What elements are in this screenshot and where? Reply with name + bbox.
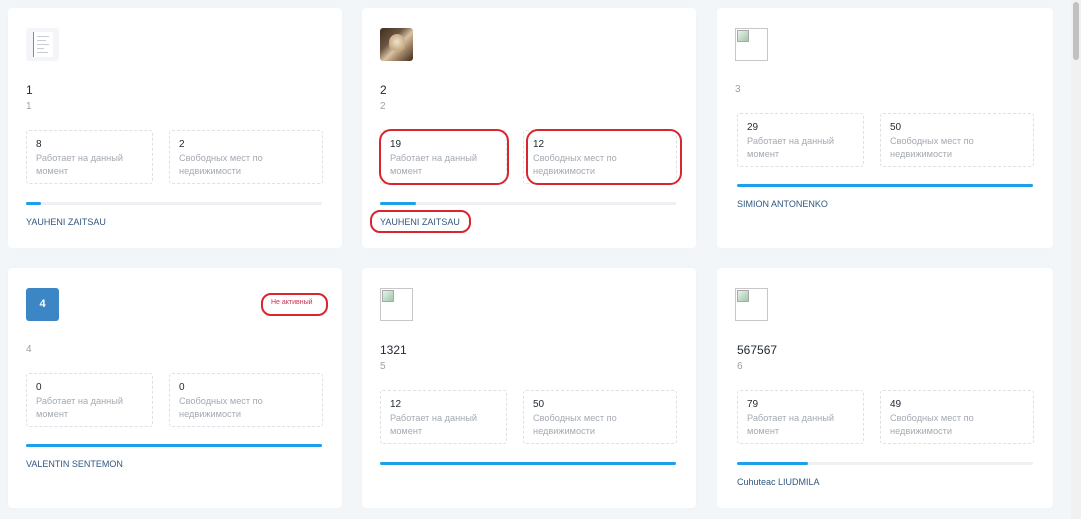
free-places-stat: 50 Свободных мест по недвижимости bbox=[880, 113, 1034, 167]
progress-fill bbox=[26, 444, 322, 447]
progress-bar bbox=[26, 444, 322, 447]
free-places-label: Свободных мест по недвижимости bbox=[179, 153, 263, 176]
working-now-value: 29 bbox=[747, 122, 759, 133]
owner-link[interactable]: VALENTIN SENTEMON bbox=[26, 459, 123, 469]
initial-avatar: 4 bbox=[26, 288, 59, 321]
working-now-value: 8 bbox=[36, 139, 42, 150]
working-now-value: 12 bbox=[390, 399, 402, 410]
progress-bar bbox=[380, 462, 676, 465]
working-now-stat: 29 Работает на данный момент bbox=[737, 113, 864, 167]
working-now-stat: 79 Работает на данный момент bbox=[737, 390, 864, 444]
project-card[interactable]: 1321 5 12 Работает на данный момент 50 С… bbox=[362, 268, 696, 508]
free-places-value: 50 bbox=[890, 122, 902, 133]
project-card[interactable]: 1 1 8 Работает на данный момент 2 Свобод… bbox=[8, 8, 342, 248]
card-subtitle: 2 bbox=[380, 101, 386, 112]
card-subtitle: 3 bbox=[735, 84, 741, 95]
photo-thumbnail-icon bbox=[380, 28, 413, 61]
card-title: 1 bbox=[26, 83, 33, 97]
free-places-label: Свободных мест по недвижимости bbox=[179, 396, 263, 419]
owner-link[interactable]: YAUHENI ZAITSAU bbox=[26, 217, 106, 227]
card-subtitle: 1 bbox=[26, 101, 32, 112]
broken-image-icon bbox=[735, 288, 768, 321]
project-card[interactable]: 567567 6 79 Работает на данный момент 49… bbox=[717, 268, 1053, 508]
progress-bar bbox=[380, 202, 676, 205]
free-places-label: Свободных мест по недвижимости bbox=[890, 136, 974, 159]
free-places-stat: 49 Свободных мест по недвижимости bbox=[880, 390, 1034, 444]
progress-fill bbox=[26, 202, 41, 205]
working-now-label: Работает на данный момент bbox=[747, 136, 834, 159]
free-places-value: 49 bbox=[890, 399, 902, 410]
free-places-stat: 50 Свободных мест по недвижимости bbox=[523, 390, 677, 444]
free-places-stat: 2 Свободных мест по недвижимости bbox=[169, 130, 323, 184]
progress-fill bbox=[737, 462, 809, 465]
working-now-label: Работает на данный момент bbox=[390, 413, 477, 436]
progress-bar bbox=[737, 184, 1033, 187]
free-places-value: 50 bbox=[533, 399, 545, 410]
free-places-value: 12 bbox=[533, 139, 545, 150]
card-title: 1321 bbox=[380, 343, 407, 357]
free-places-stat: 0 Свободных мест по недвижимости bbox=[169, 373, 323, 427]
project-card[interactable]: 3 29 Работает на данный момент 50 Свобод… bbox=[717, 8, 1053, 248]
owner-link[interactable]: SIMION ANTONENKO bbox=[737, 199, 828, 209]
free-places-value: 2 bbox=[179, 139, 185, 150]
free-places-stat: 12 Свободных мест по недвижимости bbox=[523, 130, 677, 184]
project-card[interactable]: 4 Не активный 4 0 Работает на данный мом… bbox=[8, 268, 342, 508]
inactive-status-badge: Не активный bbox=[271, 299, 313, 306]
working-now-label: Работает на данный момент bbox=[36, 396, 123, 419]
project-card-grid: 1 1 8 Работает на данный момент 2 Свобод… bbox=[0, 0, 1081, 519]
working-now-value: 0 bbox=[36, 382, 42, 393]
free-places-label: Свободных мест по недвижимости bbox=[533, 413, 617, 436]
free-places-label: Свободных мест по недвижимости bbox=[890, 413, 974, 436]
working-now-value: 19 bbox=[390, 139, 402, 150]
working-now-value: 79 bbox=[747, 399, 759, 410]
progress-bar bbox=[26, 202, 322, 205]
owner-link[interactable]: Cuhuteac LIUDMILA bbox=[737, 477, 820, 487]
card-title: 567567 bbox=[737, 343, 778, 357]
working-now-label: Работает на данный момент bbox=[390, 153, 477, 176]
working-now-stat: 12 Работает на данный момент bbox=[380, 390, 507, 444]
card-title: 2 bbox=[380, 83, 387, 97]
working-now-stat: 19 Работает на данный момент bbox=[380, 130, 507, 184]
free-places-label: Свободных мест по недвижимости bbox=[533, 153, 617, 176]
broken-image-icon bbox=[380, 288, 413, 321]
progress-fill bbox=[380, 462, 676, 465]
progress-fill bbox=[737, 184, 1033, 187]
progress-fill bbox=[380, 202, 416, 205]
broken-image-icon bbox=[735, 28, 768, 61]
document-thumbnail-icon bbox=[26, 28, 59, 61]
working-now-label: Работает на данный момент bbox=[36, 153, 123, 176]
free-places-value: 0 bbox=[179, 382, 185, 393]
project-card[interactable]: 2 2 19 Работает на данный момент 12 Своб… bbox=[362, 8, 696, 248]
working-now-stat: 0 Работает на данный момент bbox=[26, 373, 153, 427]
page-scrollbar[interactable] bbox=[1071, 0, 1081, 519]
working-now-label: Работает на данный момент bbox=[747, 413, 834, 436]
card-subtitle: 5 bbox=[380, 361, 386, 372]
card-subtitle: 4 bbox=[26, 344, 32, 355]
working-now-stat: 8 Работает на данный момент bbox=[26, 130, 153, 184]
owner-link[interactable]: YAUHENI ZAITSAU bbox=[380, 217, 460, 227]
scrollbar-thumb[interactable] bbox=[1073, 2, 1079, 60]
card-subtitle: 6 bbox=[737, 361, 743, 372]
progress-bar bbox=[737, 462, 1033, 465]
